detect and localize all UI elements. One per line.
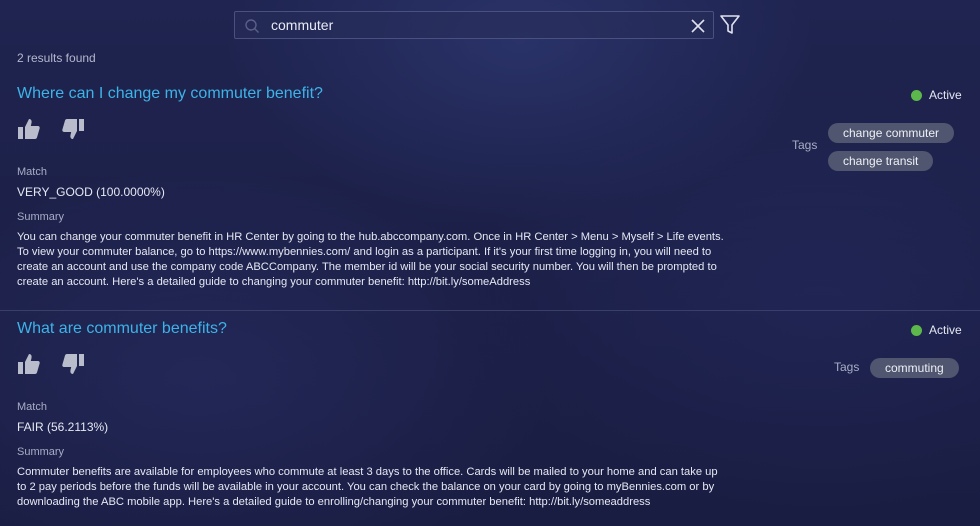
- summary-line: downloading the ABC mobile app. Here's a…: [17, 496, 651, 508]
- close-icon[interactable]: [690, 18, 706, 34]
- status-badge: Active: [911, 323, 962, 337]
- summary-text: You can change your commuter benefit in …: [17, 230, 777, 290]
- status-badge: Active: [911, 88, 962, 102]
- summary-text: Commuter benefits are available for empl…: [17, 465, 777, 510]
- thumbs-up-icon[interactable]: [17, 352, 41, 376]
- tag-change-transit[interactable]: change transit: [828, 151, 934, 171]
- summary-line: Commuter benefits are available for empl…: [17, 466, 718, 478]
- divider: [0, 310, 980, 311]
- result-title[interactable]: What are commuter benefits?: [17, 320, 227, 338]
- thumbs-down-icon[interactable]: [61, 352, 85, 376]
- filter-icon[interactable]: [719, 14, 741, 36]
- thumbs-up-icon[interactable]: [17, 117, 41, 141]
- search-icon: [245, 19, 259, 33]
- summary-line: You can change your commuter benefit in …: [17, 231, 724, 243]
- status-dot: [911, 324, 922, 336]
- tag-commuting[interactable]: commuting: [870, 358, 959, 378]
- summary-line: to 2 pay periods before the funds will b…: [17, 481, 715, 493]
- tag-change-commuter[interactable]: change commuter: [828, 123, 955, 143]
- status-label: Active: [929, 323, 962, 337]
- summary-label: Summary: [17, 211, 65, 223]
- match-label: Match: [17, 166, 47, 178]
- results-count: 2 results found: [17, 51, 96, 65]
- match-value: VERY_GOOD (100.0000%): [17, 185, 165, 199]
- match-label: Match: [17, 401, 47, 413]
- summary-line: create an account. Here's a detailed gui…: [17, 276, 531, 288]
- status-label: Active: [929, 88, 962, 102]
- thumbs-down-icon[interactable]: [61, 117, 85, 141]
- tags-label: Tags: [834, 360, 860, 374]
- search-input[interactable]: [271, 12, 681, 38]
- summary-line: To view your commuter balance, go to htt…: [17, 246, 712, 258]
- tags-label: Tags: [792, 138, 818, 152]
- summary-label: Summary: [17, 446, 65, 458]
- status-dot: [911, 89, 922, 101]
- search-bar: [234, 11, 714, 39]
- match-value: FAIR (56.2113%): [17, 420, 109, 434]
- summary-line: create an account and use the company co…: [17, 261, 717, 273]
- result-title[interactable]: Where can I change my commuter benefit?: [17, 85, 323, 103]
